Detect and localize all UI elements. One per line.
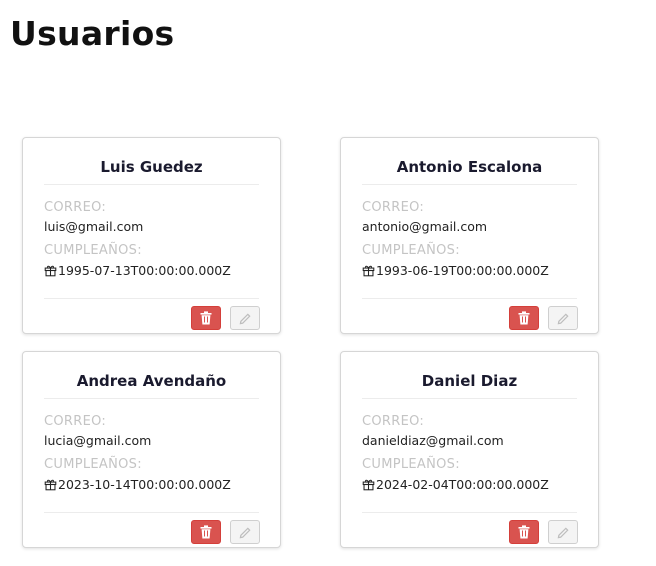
user-birthday-row: 2023-10-14T00:00:00.000Z: [44, 477, 231, 492]
user-name: Daniel Diaz: [362, 370, 577, 399]
user-email: lucia@gmail.com: [44, 433, 152, 448]
email-label: CORREO:: [44, 200, 107, 215]
email-label: CORREO:: [362, 200, 425, 215]
user-birthday-row: 1995-07-13T00:00:00.000Z: [44, 263, 231, 278]
user-email: luis@gmail.com: [44, 219, 144, 234]
birthday-label: CUMPLEAÑOS:: [44, 457, 142, 472]
user-birthday-row: 1993-06-19T00:00:00.000Z: [362, 263, 549, 278]
user-birthday: 1993-06-19T00:00:00.000Z: [376, 263, 549, 278]
pencil-icon: [557, 526, 569, 538]
gift-icon: [362, 479, 375, 491]
card-footer-divider: [362, 298, 577, 299]
user-birthday: 2023-10-14T00:00:00.000Z: [58, 477, 231, 492]
birthday-label: CUMPLEAÑOS:: [362, 243, 460, 258]
user-birthday-row: 2024-02-04T00:00:00.000Z: [362, 477, 549, 492]
user-email: danieldiaz@gmail.com: [362, 433, 504, 448]
user-birthday: 2024-02-04T00:00:00.000Z: [376, 477, 549, 492]
birthday-label: CUMPLEAÑOS:: [44, 243, 142, 258]
trash-icon: [200, 525, 212, 539]
user-name: Andrea Avendaño: [44, 370, 259, 399]
edit-button[interactable]: [548, 520, 578, 544]
pencil-icon: [557, 312, 569, 324]
user-email: antonio@gmail.com: [362, 219, 488, 234]
user-card: Antonio Escalona CORREO: antonio@gmail.c…: [340, 137, 599, 334]
user-name: Antonio Escalona: [362, 156, 577, 185]
card-footer-divider: [44, 298, 259, 299]
card-footer-divider: [44, 512, 259, 513]
delete-button[interactable]: [509, 520, 539, 544]
user-name: Luis Guedez: [44, 156, 259, 185]
gift-icon: [362, 265, 375, 277]
user-card: Luis Guedez CORREO: luis@gmail.com CUMPL…: [22, 137, 281, 334]
email-label: CORREO:: [44, 414, 107, 429]
edit-button[interactable]: [230, 520, 260, 544]
user-birthday: 1995-07-13T00:00:00.000Z: [58, 263, 231, 278]
delete-button[interactable]: [191, 520, 221, 544]
email-label: CORREO:: [362, 414, 425, 429]
trash-icon: [200, 311, 212, 325]
delete-button[interactable]: [191, 306, 221, 330]
edit-button[interactable]: [548, 306, 578, 330]
pencil-icon: [239, 526, 251, 538]
user-card: Andrea Avendaño CORREO: lucia@gmail.com …: [22, 351, 281, 548]
gift-icon: [44, 265, 57, 277]
delete-button[interactable]: [509, 306, 539, 330]
pencil-icon: [239, 312, 251, 324]
trash-icon: [518, 311, 530, 325]
trash-icon: [518, 525, 530, 539]
page-title: Usuarios: [10, 14, 175, 53]
birthday-label: CUMPLEAÑOS:: [362, 457, 460, 472]
gift-icon: [44, 479, 57, 491]
user-card: Daniel Diaz CORREO: danieldiaz@gmail.com…: [340, 351, 599, 548]
card-footer-divider: [362, 512, 577, 513]
edit-button[interactable]: [230, 306, 260, 330]
